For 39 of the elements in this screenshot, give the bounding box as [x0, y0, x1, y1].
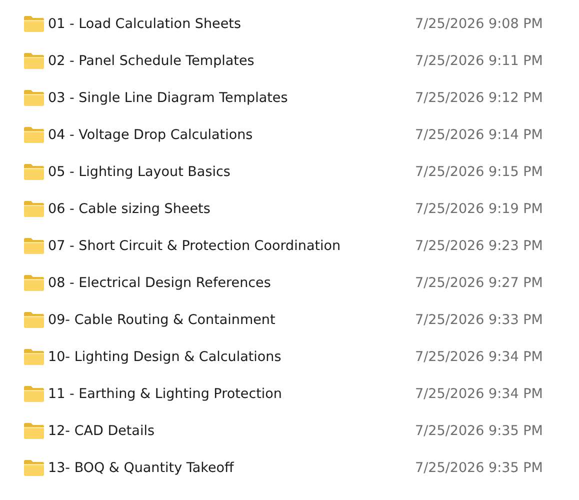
folder-name[interactable]: 04 - Voltage Drop Calculations	[48, 126, 415, 142]
date-modified: 7/25/2026 9:34 PM	[415, 348, 543, 364]
date-modified: 7/25/2026 9:11 PM	[415, 52, 543, 68]
date-modified: 7/25/2026 9:14 PM	[415, 126, 543, 142]
folder-icon	[24, 200, 44, 216]
folder-icon	[24, 274, 44, 290]
date-modified: 7/25/2026 9:34 PM	[415, 386, 543, 402]
folder-name[interactable]: 12- CAD Details	[48, 422, 415, 438]
folder-icon	[24, 460, 44, 476]
folder-icon	[24, 348, 44, 364]
folder-name[interactable]: 02 - Panel Schedule Templates	[48, 52, 415, 68]
folder-name[interactable]: 11 - Earthing & Lighting Protection	[48, 386, 415, 402]
date-modified: 7/25/2026 9:19 PM	[415, 200, 543, 216]
date-modified: 7/25/2026 9:35 PM	[415, 460, 543, 476]
folder-icon	[24, 238, 44, 254]
folder-icon	[24, 164, 44, 180]
folder-icon	[24, 52, 44, 68]
folder-name[interactable]: 03 - Single Line Diagram Templates	[48, 90, 415, 106]
folder-name[interactable]: 09- Cable Routing & Containment	[48, 312, 415, 328]
date-modified: 7/25/2026 9:23 PM	[415, 238, 543, 254]
folder-icon	[24, 126, 44, 142]
folder-name[interactable]: 05 - Lighting Layout Basics	[48, 164, 415, 180]
folder-icon	[24, 90, 44, 106]
date-modified: 7/25/2026 9:08 PM	[415, 16, 543, 32]
folder-icon	[24, 386, 44, 402]
folder-name[interactable]: 01 - Load Calculation Sheets	[48, 16, 415, 32]
folder-name[interactable]: 08 - Electrical Design References	[48, 274, 415, 290]
folder-name[interactable]: 07 - Short Circuit & Protection Coordination	[48, 238, 415, 254]
date-modified: 7/25/2026 9:33 PM	[415, 312, 543, 328]
date-modified: 7/25/2026 9:15 PM	[415, 164, 543, 180]
folder-name[interactable]: 10- Lighting Design & Calculations	[48, 348, 415, 364]
date-modified: 7/25/2026 9:35 PM	[415, 422, 543, 438]
folder-icon	[24, 312, 44, 328]
date-modified: 7/25/2026 9:27 PM	[415, 274, 543, 290]
folder-name[interactable]: 13- BOQ & Quantity Takeoff	[48, 460, 415, 476]
folder-name[interactable]: 06 - Cable sizing Sheets	[48, 200, 415, 216]
folder-icon	[24, 422, 44, 438]
folder-icon	[24, 16, 44, 32]
date-modified: 7/25/2026 9:12 PM	[415, 90, 543, 106]
